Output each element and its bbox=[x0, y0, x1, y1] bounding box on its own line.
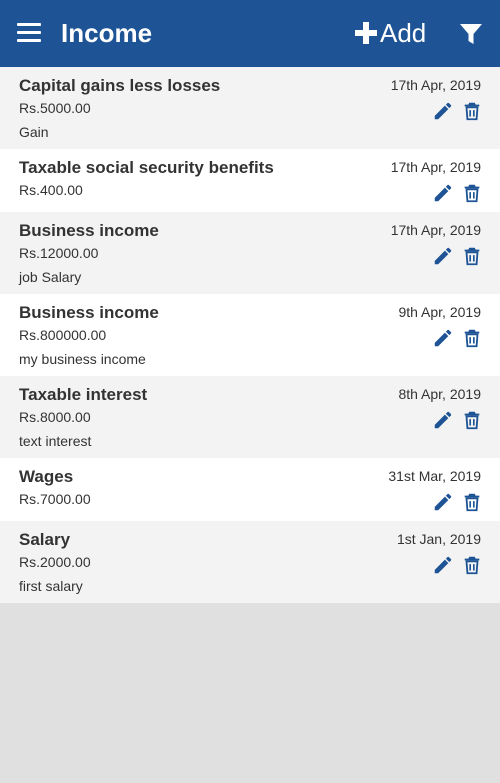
filter-icon[interactable] bbox=[460, 24, 482, 44]
income-list-item[interactable]: Capital gains less losses Rs.5000.00 Gai… bbox=[0, 67, 500, 149]
trash-icon[interactable] bbox=[461, 409, 483, 431]
income-name: Capital gains less losses bbox=[19, 76, 221, 95]
app-bar: Income Add bbox=[0, 0, 500, 67]
add-button[interactable]: Add bbox=[355, 16, 426, 50]
income-amount: Rs.8000.00 bbox=[19, 409, 91, 425]
income-date: 1st Jan, 2019 bbox=[396, 531, 481, 547]
income-list-item[interactable]: Business income Rs.800000.00 my business… bbox=[0, 294, 500, 376]
trash-icon[interactable] bbox=[461, 491, 483, 513]
income-date: 17th Apr, 2019 bbox=[390, 159, 481, 175]
income-date: 8th Apr, 2019 bbox=[398, 386, 481, 402]
income-list-item[interactable]: Wages Rs.7000.00 31st Mar, 2019 bbox=[0, 458, 500, 521]
income-list-item[interactable]: Taxable social security benefits Rs.400.… bbox=[0, 149, 500, 212]
income-note: text interest bbox=[19, 433, 92, 449]
income-name: Business income bbox=[19, 221, 159, 240]
edit-icon[interactable] bbox=[432, 245, 454, 267]
income-note: job Salary bbox=[19, 269, 82, 285]
trash-icon[interactable] bbox=[461, 245, 483, 267]
edit-icon[interactable] bbox=[432, 554, 454, 576]
edit-icon[interactable] bbox=[432, 491, 454, 513]
income-date: 17th Apr, 2019 bbox=[390, 77, 481, 93]
trash-icon[interactable] bbox=[461, 554, 483, 576]
income-note: my business income bbox=[19, 351, 146, 367]
trash-icon[interactable] bbox=[461, 100, 483, 122]
income-amount: Rs.7000.00 bbox=[19, 491, 91, 507]
edit-icon[interactable] bbox=[432, 327, 454, 349]
income-list-item[interactable]: Salary Rs.2000.00 first salary 1st Jan, … bbox=[0, 521, 500, 603]
income-note: first salary bbox=[19, 578, 83, 594]
income-name: Taxable social security benefits bbox=[19, 158, 274, 177]
edit-icon[interactable] bbox=[432, 100, 454, 122]
income-amount: Rs.400.00 bbox=[19, 182, 83, 198]
income-amount: Rs.800000.00 bbox=[19, 327, 107, 343]
edit-icon[interactable] bbox=[432, 409, 454, 431]
income-amount: Rs.2000.00 bbox=[19, 554, 91, 570]
income-name: Business income bbox=[19, 303, 159, 322]
income-amount: Rs.5000.00 bbox=[19, 100, 91, 116]
edit-icon[interactable] bbox=[432, 182, 454, 204]
income-name: Salary bbox=[19, 530, 71, 549]
plus-icon bbox=[355, 22, 377, 44]
page-title: Income bbox=[61, 18, 153, 48]
menu-icon[interactable] bbox=[17, 23, 41, 43]
income-amount: Rs.12000.00 bbox=[19, 245, 99, 261]
income-list: Capital gains less losses Rs.5000.00 Gai… bbox=[0, 67, 500, 603]
income-name: Wages bbox=[19, 467, 74, 486]
income-date: 9th Apr, 2019 bbox=[398, 304, 481, 320]
income-date: 17th Apr, 2019 bbox=[390, 222, 481, 238]
income-note: Gain bbox=[19, 124, 49, 140]
trash-icon[interactable] bbox=[461, 327, 483, 349]
add-button-label: Add bbox=[380, 18, 427, 48]
income-date: 31st Mar, 2019 bbox=[388, 468, 481, 484]
trash-icon[interactable] bbox=[461, 182, 483, 204]
income-list-item[interactable]: Taxable interest Rs.8000.00 text interes… bbox=[0, 376, 500, 458]
income-name: Taxable interest bbox=[19, 385, 148, 404]
income-list-item[interactable]: Business income Rs.12000.00 job Salary 1… bbox=[0, 212, 500, 294]
